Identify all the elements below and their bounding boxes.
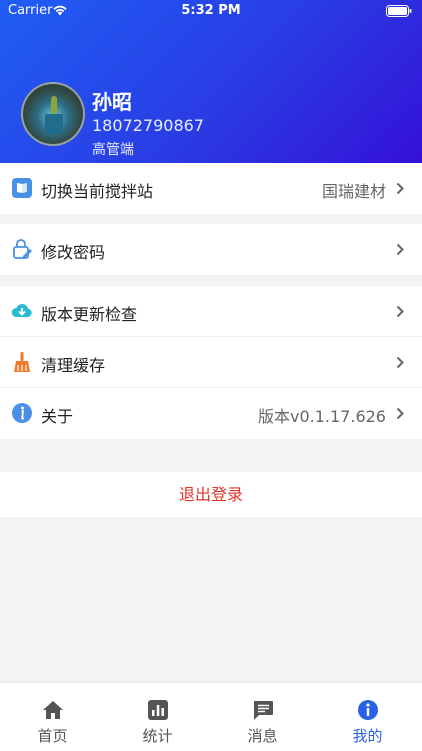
version-check-label: 版本更新检查 (41, 305, 138, 324)
message-icon (254, 701, 273, 720)
info-icon (12, 403, 32, 423)
change-password-label: 修改密码 (41, 243, 106, 262)
info-icon (358, 700, 378, 720)
switch-station-label: 切换当前搅拌站 (41, 182, 154, 201)
change-password-row[interactable]: 修改密码 (0, 224, 422, 275)
logout-button[interactable]: 退出登录 (0, 472, 422, 517)
current-station-value: 国瑞建材 (321, 182, 386, 201)
chevron-right-icon (396, 305, 404, 318)
station-group: 切换当前搅拌站 国瑞建材 (0, 163, 422, 214)
chevron-right-icon (396, 356, 404, 369)
switch-station-row[interactable]: 切换当前搅拌站 国瑞建材 (0, 163, 422, 214)
user-phone: 18072790867 (92, 116, 204, 135)
tab-home[interactable]: 首页 (0, 683, 105, 751)
profile-header: Carrier 5:32 PM 孙昭 18072790867 高管端 (0, 0, 422, 163)
chevron-right-icon (396, 243, 404, 256)
tab-messages-label: 消息 (247, 727, 278, 745)
status-time: 5:32 PM (181, 3, 241, 18)
tab-mine[interactable]: 我的 (315, 683, 420, 751)
home-icon (43, 701, 63, 719)
about-row[interactable]: 关于 版本v0.1.17.626 (0, 388, 422, 439)
tab-stats-label: 统计 (142, 727, 173, 745)
tab-home-label: 首页 (37, 727, 68, 745)
version-check-row[interactable]: 版本更新检查 (0, 286, 422, 337)
avatar[interactable] (21, 82, 85, 146)
app-group: 版本更新检查 清理缓存 关于 版本v0.1.17.626 (0, 286, 422, 439)
lock-edit-icon (13, 239, 32, 259)
broom-icon (14, 352, 30, 372)
battery-icon (386, 5, 412, 17)
user-name: 孙昭 (92, 90, 132, 114)
tab-mine-label: 我的 (352, 727, 383, 745)
status-bar: Carrier 5:32 PM (0, 0, 422, 22)
password-group: 修改密码 (0, 224, 422, 275)
app-version-value: 版本v0.1.17.626 (258, 407, 386, 426)
chart-icon (148, 700, 168, 720)
tab-stats[interactable]: 统计 (105, 683, 210, 751)
chevron-right-icon (396, 182, 404, 195)
user-role: 高管端 (92, 142, 134, 158)
about-label: 关于 (41, 407, 74, 426)
cloud-download-icon (11, 303, 32, 317)
book-icon (12, 178, 32, 198)
tab-messages[interactable]: 消息 (210, 683, 315, 751)
clear-cache-label: 清理缓存 (41, 356, 106, 375)
tab-bar: 首页 统计 消息 我的 (0, 682, 422, 751)
clear-cache-row[interactable]: 清理缓存 (0, 337, 422, 388)
chevron-right-icon (396, 407, 404, 420)
